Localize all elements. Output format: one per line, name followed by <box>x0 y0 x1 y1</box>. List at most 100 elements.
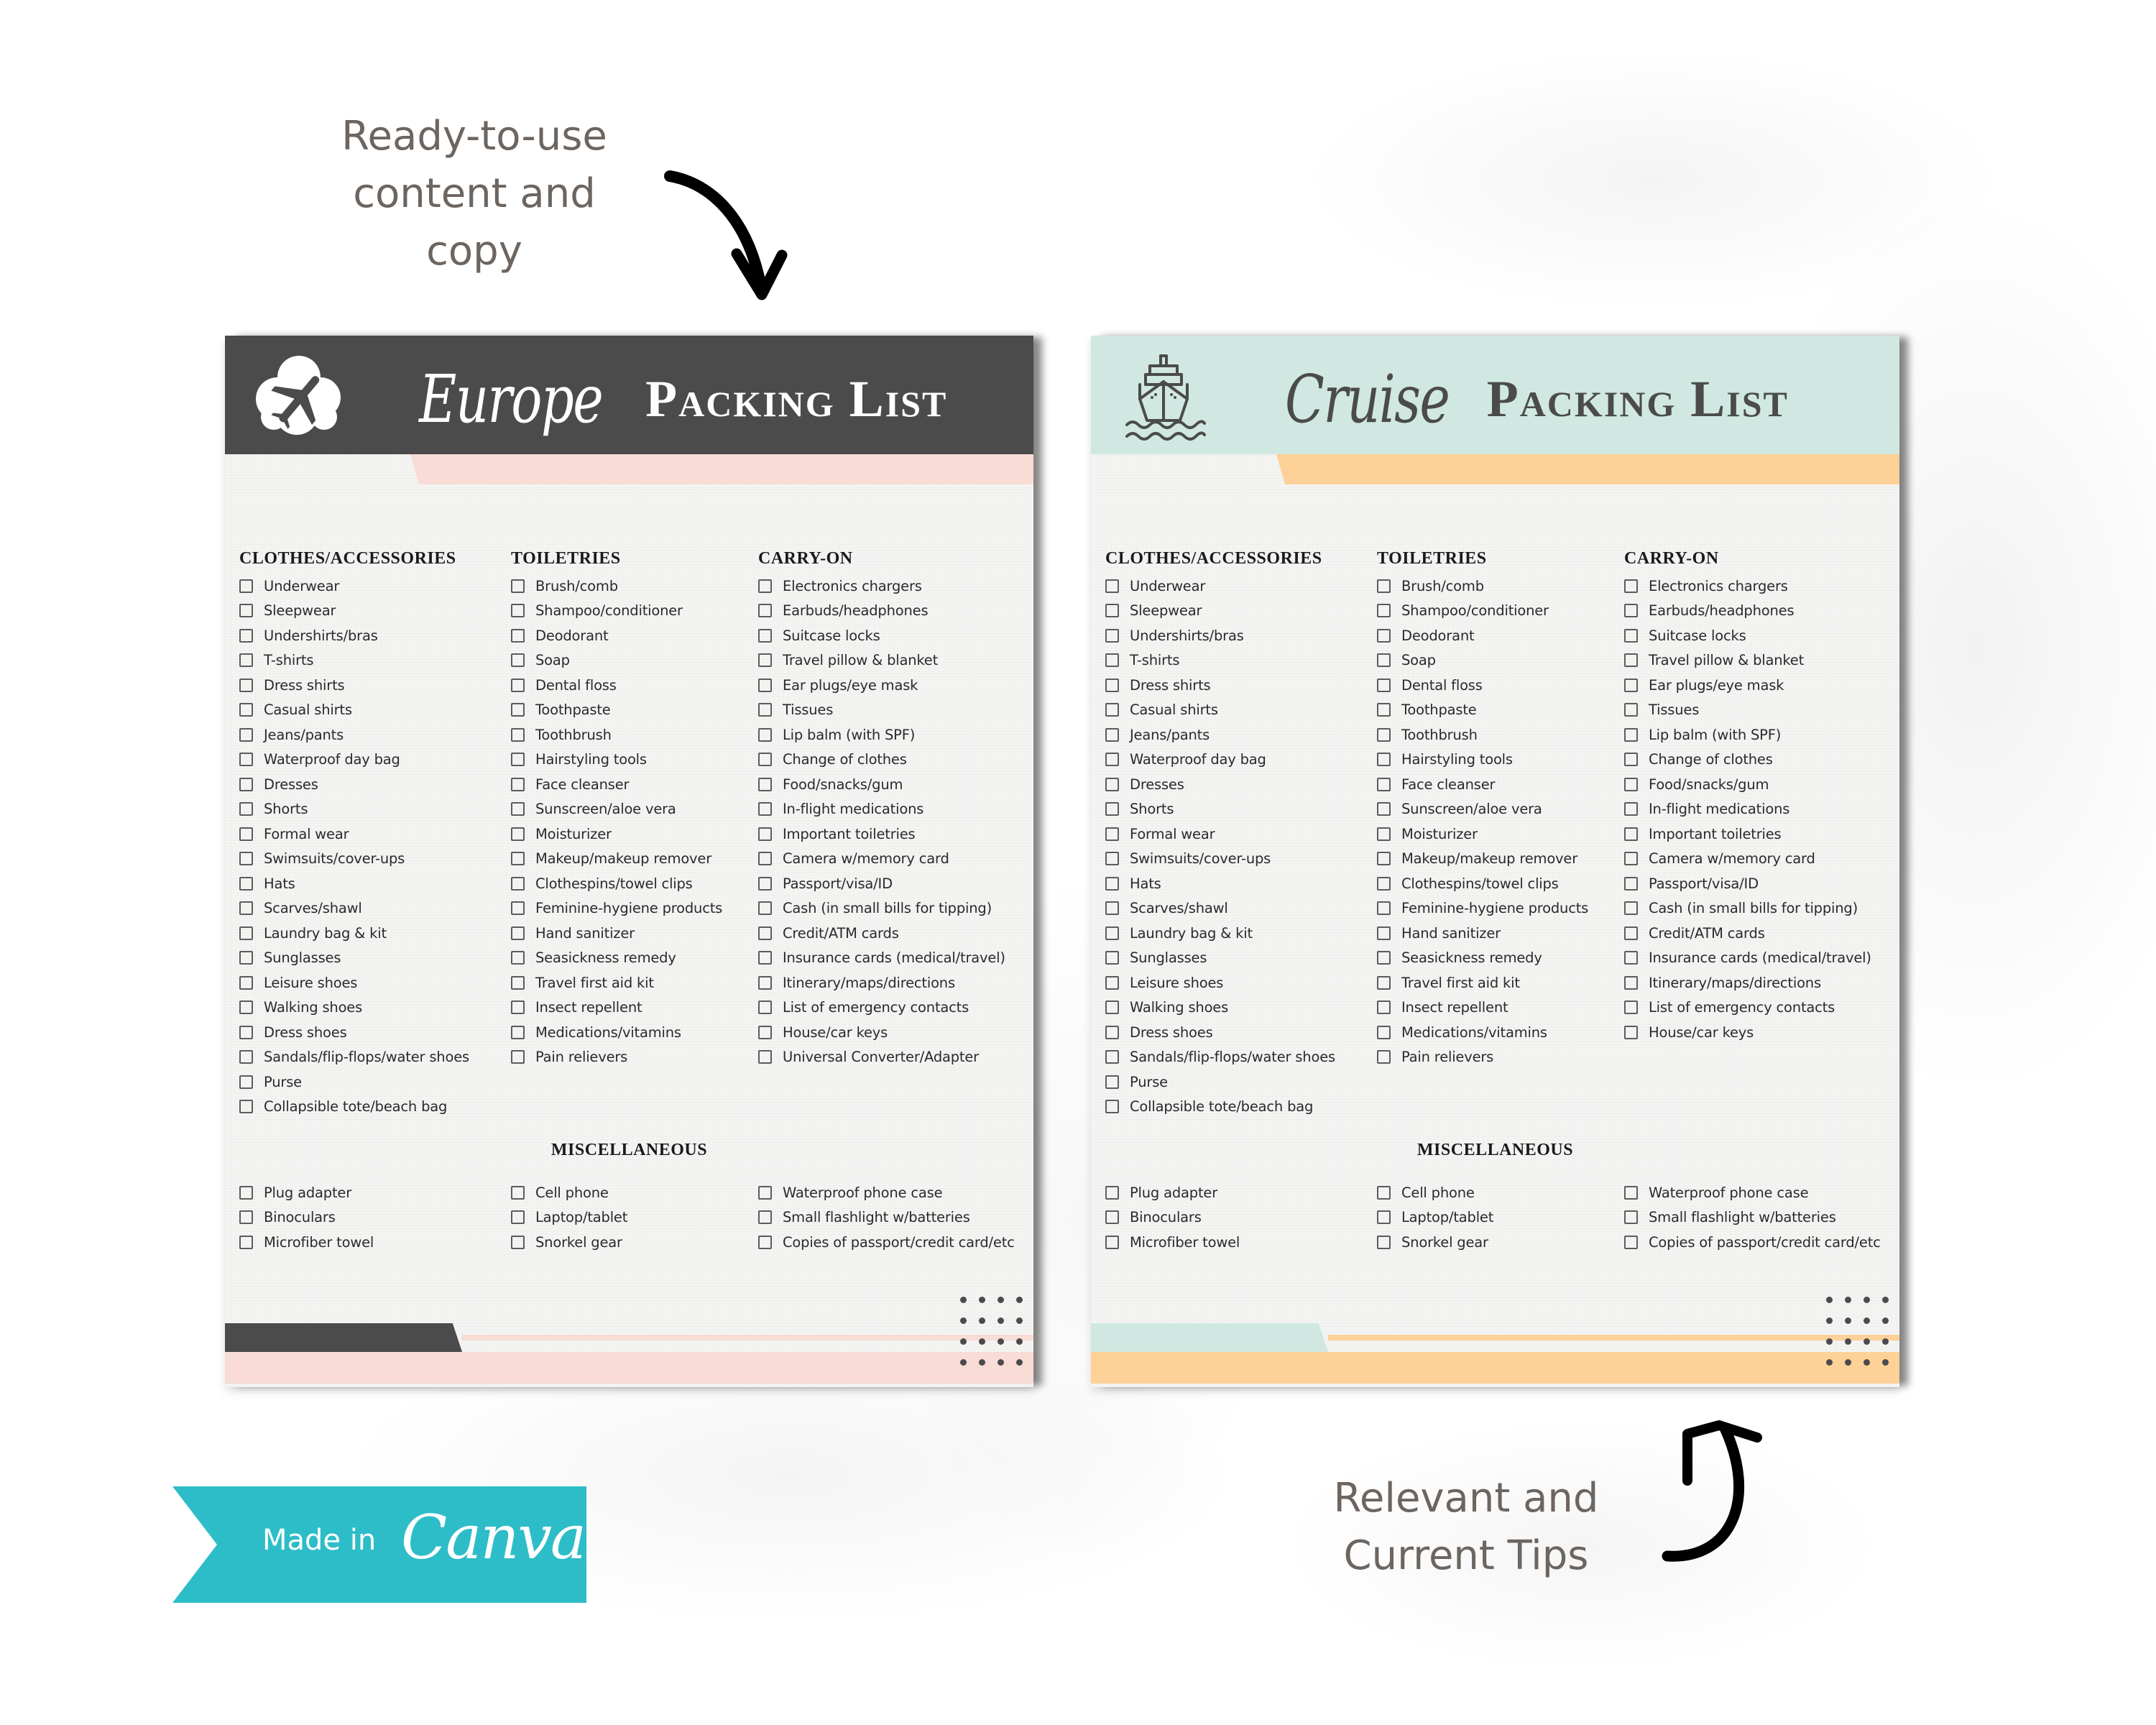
checkbox[interactable] <box>758 827 772 841</box>
checkbox[interactable] <box>1105 1050 1119 1064</box>
checklist-item[interactable]: Hand sanitizer <box>511 921 763 946</box>
checkbox[interactable] <box>758 1235 772 1249</box>
checkbox[interactable] <box>511 975 525 990</box>
checkbox[interactable] <box>511 852 525 866</box>
checklist-item[interactable]: Medications/vitamins <box>511 1020 763 1045</box>
checklist-item[interactable]: Hats <box>1105 871 1378 896</box>
checkbox[interactable] <box>1377 1050 1391 1064</box>
checkbox[interactable] <box>1105 852 1119 866</box>
checklist-item[interactable]: Change of clothes <box>1624 748 1899 773</box>
checklist-item[interactable]: Scarves/shawl <box>1105 896 1378 921</box>
checklist-item[interactable]: List of emergency contacts <box>758 995 1033 1021</box>
checklist-item[interactable]: Jeans/pants <box>1105 722 1378 748</box>
checkbox[interactable] <box>1105 802 1119 816</box>
checkbox[interactable] <box>239 926 253 940</box>
checklist-item[interactable]: Pain relievers <box>1377 1045 1628 1070</box>
checkbox[interactable] <box>511 1050 525 1064</box>
checklist-item[interactable]: Waterproof phone case <box>758 1180 1033 1205</box>
checklist-item[interactable]: Ear plugs/eye mask <box>1624 673 1899 698</box>
checklist-item[interactable]: Deodorant <box>511 623 763 648</box>
checkbox[interactable] <box>511 876 525 891</box>
checklist-item[interactable]: Cell phone <box>1377 1180 1628 1205</box>
checklist-item[interactable]: Sleepwear <box>239 599 512 624</box>
checkbox[interactable] <box>511 1025 525 1039</box>
checkbox[interactable] <box>758 975 772 990</box>
checkbox[interactable] <box>1624 653 1638 668</box>
checklist-item[interactable]: Copies of passport/credit card/etc <box>1624 1230 1899 1255</box>
checklist-item[interactable]: Snorkel gear <box>1377 1230 1628 1255</box>
checklist-item[interactable]: Electronics chargers <box>758 574 1033 599</box>
checklist-item[interactable]: Underwear <box>239 574 512 599</box>
checkbox[interactable] <box>758 604 772 618</box>
checkbox[interactable] <box>511 727 525 742</box>
checklist-item[interactable]: Brush/comb <box>511 574 763 599</box>
checklist-item[interactable]: In-flight medications <box>758 797 1033 822</box>
checkbox[interactable] <box>1105 951 1119 965</box>
checklist-item[interactable]: Tissues <box>758 698 1033 723</box>
checklist-item[interactable]: Insect repellent <box>511 995 763 1021</box>
checklist-item[interactable]: Hand sanitizer <box>1377 921 1628 946</box>
checkbox[interactable] <box>1377 1025 1391 1039</box>
checkbox[interactable] <box>1624 628 1638 643</box>
checkbox[interactable] <box>1624 975 1638 990</box>
checklist-item[interactable]: Cash (in small bills for tipping) <box>758 896 1033 921</box>
checklist-item[interactable]: Cell phone <box>511 1180 763 1205</box>
checklist-item[interactable]: Face cleanser <box>511 772 763 797</box>
checkbox[interactable] <box>1624 1185 1638 1200</box>
checkbox[interactable] <box>758 1210 772 1225</box>
checklist-item[interactable]: Credit/ATM cards <box>758 921 1033 946</box>
checkbox[interactable] <box>511 678 525 692</box>
checklist-item[interactable]: Ear plugs/eye mask <box>758 673 1033 698</box>
checkbox[interactable] <box>1105 1025 1119 1039</box>
checklist-item[interactable]: Shampoo/conditioner <box>1377 599 1628 624</box>
checkbox[interactable] <box>239 852 253 866</box>
checkbox[interactable] <box>1624 951 1638 965</box>
checklist-item[interactable]: Deodorant <box>1377 623 1628 648</box>
checklist-item[interactable]: Dental floss <box>511 673 763 698</box>
checkbox[interactable] <box>239 628 253 643</box>
checklist-item[interactable]: Plug adapter <box>239 1180 512 1205</box>
checkbox[interactable] <box>239 1000 253 1015</box>
checkbox[interactable] <box>1105 628 1119 643</box>
checkbox[interactable] <box>239 1075 253 1089</box>
checklist-item[interactable]: Camera w/memory card <box>1624 847 1899 872</box>
checklist-item[interactable]: Snorkel gear <box>511 1230 763 1255</box>
checklist-item[interactable]: Toothbrush <box>1377 722 1628 748</box>
checklist-item[interactable]: Food/snacks/gum <box>1624 772 1899 797</box>
checklist-item[interactable]: Itinerary/maps/directions <box>1624 970 1899 995</box>
checkbox[interactable] <box>758 703 772 717</box>
checklist-item[interactable]: Shampoo/conditioner <box>511 599 763 624</box>
checkbox[interactable] <box>511 951 525 965</box>
checklist-item[interactable]: House/car keys <box>1624 1020 1899 1045</box>
checklist-item[interactable]: Dress shirts <box>239 673 512 698</box>
checklist-item[interactable]: Credit/ATM cards <box>1624 921 1899 946</box>
checklist-item[interactable]: Toothpaste <box>1377 698 1628 723</box>
checkbox[interactable] <box>239 604 253 618</box>
checklist-item[interactable]: Soap <box>511 648 763 673</box>
checklist-item[interactable]: Moisturizer <box>511 822 763 847</box>
checkbox[interactable] <box>1105 753 1119 767</box>
checklist-item[interactable]: Underwear <box>1105 574 1378 599</box>
checkbox[interactable] <box>1377 777 1391 791</box>
checklist-item[interactable]: Insurance cards (medical/travel) <box>758 946 1033 971</box>
checklist-item[interactable]: Microfiber towel <box>1105 1230 1378 1255</box>
checkbox[interactable] <box>1105 1000 1119 1015</box>
checkbox[interactable] <box>758 628 772 643</box>
checkbox[interactable] <box>1105 777 1119 791</box>
checklist-item[interactable]: Toothpaste <box>511 698 763 723</box>
checklist-item[interactable]: T-shirts <box>1105 648 1378 673</box>
checklist-item[interactable]: Hairstyling tools <box>1377 748 1628 773</box>
checklist-item[interactable]: Small flashlight w/batteries <box>1624 1205 1899 1230</box>
checkbox[interactable] <box>1624 703 1638 717</box>
checklist-item[interactable]: Feminine-hygiene products <box>511 896 763 921</box>
checklist-item[interactable]: Tissues <box>1624 698 1899 723</box>
checkbox[interactable] <box>1105 1075 1119 1089</box>
checklist-item[interactable]: Change of clothes <box>758 748 1033 773</box>
checklist-item[interactable]: Dress shoes <box>239 1020 512 1045</box>
checklist-item[interactable]: In-flight medications <box>1624 797 1899 822</box>
checklist-item[interactable]: Camera w/memory card <box>758 847 1033 872</box>
checkbox[interactable] <box>758 852 772 866</box>
checkbox[interactable] <box>1377 653 1391 668</box>
checklist-item[interactable]: Casual shirts <box>239 698 512 723</box>
checklist-item[interactable]: Travel first aid kit <box>511 970 763 995</box>
